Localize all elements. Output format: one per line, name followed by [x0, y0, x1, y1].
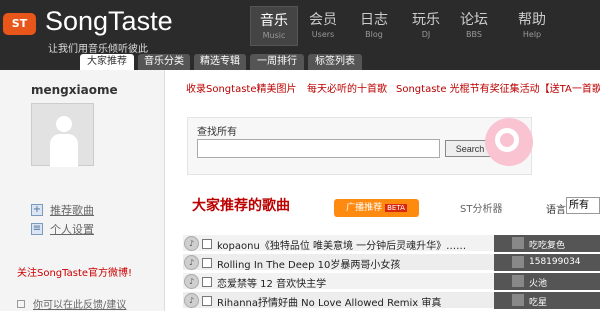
top-header: ST SongTaste 让我们用音乐倾听彼此 音乐 Music 会员 User… — [0, 0, 600, 71]
nav-blog-sublabel: Blog — [365, 30, 383, 39]
nav-blog[interactable]: 日志 Blog — [350, 6, 398, 46]
notice-link-images[interactable]: 收录Songtaste精美图片 — [186, 80, 296, 95]
language-label: 语言 — [546, 205, 566, 216]
avatar-body-icon — [50, 134, 78, 167]
brand-slogan: 让我们用音乐倾听彼此 — [48, 44, 148, 55]
nav-music[interactable]: 音乐 Music — [250, 6, 298, 46]
nav-users-sublabel: Users — [311, 30, 335, 39]
user-sidebar: mengxiaome + 推荐歌曲 ≡ 个人设置 关注SongTaste官方微博! … — [0, 70, 165, 311]
song-row[interactable]: ♪ Rolling In The Deep 10岁暴两哥小女孩 15819903… — [183, 254, 600, 271]
song-row[interactable]: ♪ Rihanna抒情好曲 No Love Allowed Remix 审真 吃… — [183, 292, 600, 309]
search-panel: 查找所有 Search — [187, 117, 533, 175]
avatar-head-icon — [56, 116, 72, 132]
recommender-name: 吃吃复色 — [529, 241, 566, 251]
weibo-follow-link[interactable]: 关注SongTaste官方微博! — [17, 264, 132, 279]
play-icon[interactable]: ♪ — [184, 236, 199, 251]
tab-albums[interactable]: 精选专辑 — [194, 54, 246, 70]
radio-recommend-label: 广播推荐 — [346, 203, 383, 213]
feedback-icon — [17, 300, 25, 308]
recommender-avatar — [512, 256, 524, 268]
nav-bbs-label: 论坛 — [460, 12, 488, 28]
song-recommender[interactable]: 吃星 — [494, 292, 600, 309]
feedback-link[interactable]: 你可以在此反馈/建议 — [17, 296, 126, 311]
recommend-song-link[interactable]: + 推荐歌曲 — [31, 202, 94, 218]
feedback-label: 你可以在此反馈/建议 — [33, 300, 127, 311]
st-analyzer-link[interactable]: ST分析器 — [460, 200, 502, 215]
tab-categories[interactable]: 音乐分类 — [138, 54, 190, 70]
personal-settings-label: 个人设置 — [50, 223, 94, 236]
section-title: 大家推荐的歌曲 — [192, 198, 290, 214]
nav-dj[interactable]: 玩乐 DJ — [402, 6, 450, 46]
logo-badge[interactable]: ST — [3, 13, 36, 35]
tab-tag-list[interactable]: 标签列表 — [308, 54, 362, 70]
tab-recommended[interactable]: 大家推荐 — [80, 54, 134, 71]
recommender-name: 火池 — [529, 279, 548, 289]
beta-badge: BETA — [385, 204, 407, 212]
nav-blog-label: 日志 — [360, 12, 388, 28]
recommend-song-label: 推荐歌曲 — [50, 204, 94, 217]
avatar[interactable] — [31, 103, 94, 167]
nav-users-label: 会员 — [309, 12, 337, 28]
search-label: 查找所有 — [197, 127, 237, 138]
username[interactable]: mengxiaome — [31, 83, 118, 97]
recommender-avatar — [512, 294, 524, 306]
song-row[interactable]: ♪ kopaonu《独特品位 唯美意境 一分钟后灵魂升华》…… 吃吃复色 — [183, 235, 600, 252]
tab-weekly-chart[interactable]: 一周排行 — [250, 54, 304, 70]
song-recommender[interactable]: 火池 — [494, 273, 600, 290]
song-checkbox[interactable] — [202, 277, 212, 287]
search-input[interactable] — [197, 139, 440, 158]
song-recommender[interactable]: 158199034 — [494, 254, 600, 271]
nav-help-label: 帮助 — [518, 12, 546, 28]
personal-settings-link[interactable]: ≡ 个人设置 — [31, 221, 94, 237]
play-icon[interactable]: ♪ — [184, 293, 199, 308]
nav-music-sublabel: Music — [262, 31, 286, 40]
notice-link-event[interactable]: Songtaste 光棍节有奖征集活动【送TA一首歌 — [396, 80, 600, 95]
search-decoration-icon — [485, 118, 533, 166]
nav-bbs[interactable]: 论坛 BBS — [450, 6, 498, 46]
song-checkbox[interactable] — [202, 239, 212, 249]
nav-help-sublabel: Help — [522, 30, 542, 39]
song-title[interactable]: 恋爱禁等 12 音欢快主学 — [217, 275, 492, 290]
recommender-name: 吃星 — [529, 298, 548, 308]
recommender-name: 158199034 — [529, 257, 581, 267]
song-checkbox[interactable] — [202, 258, 212, 268]
nav-dj-label: 玩乐 — [412, 12, 440, 28]
settings-icon: ≡ — [31, 223, 43, 235]
radio-recommend-button[interactable]: 广播推荐 BETA — [334, 199, 419, 217]
song-title[interactable]: kopaonu《独特品位 唯美意境 一分钟后灵魂升华》…… — [217, 237, 492, 252]
nav-bbs-sublabel: BBS — [466, 30, 482, 39]
plus-icon: + — [31, 204, 43, 216]
play-icon[interactable]: ♪ — [184, 274, 199, 289]
song-checkbox[interactable] — [202, 296, 212, 306]
recommender-avatar — [512, 237, 524, 249]
recommender-avatar — [512, 275, 524, 287]
play-icon[interactable]: ♪ — [184, 255, 199, 270]
song-title[interactable]: Rihanna抒情好曲 No Love Allowed Remix 审真 — [217, 294, 492, 309]
song-recommender[interactable]: 吃吃复色 — [494, 235, 600, 252]
nav-music-label: 音乐 — [260, 13, 288, 29]
nav-dj-sublabel: DJ — [421, 30, 431, 39]
notice-link-top-ten[interactable]: 每天必听的十首歌 — [307, 80, 387, 95]
song-title[interactable]: Rolling In The Deep 10岁暴两哥小女孩 — [217, 256, 492, 271]
song-row[interactable]: ♪ 恋爱禁等 12 音欢快主学 火池 — [183, 273, 600, 290]
nav-users[interactable]: 会员 Users — [299, 6, 347, 46]
brand-logo[interactable]: SongTaste — [45, 6, 173, 37]
language-select[interactable]: 所有 — [566, 197, 600, 214]
nav-help[interactable]: 帮助 Help — [508, 6, 556, 46]
